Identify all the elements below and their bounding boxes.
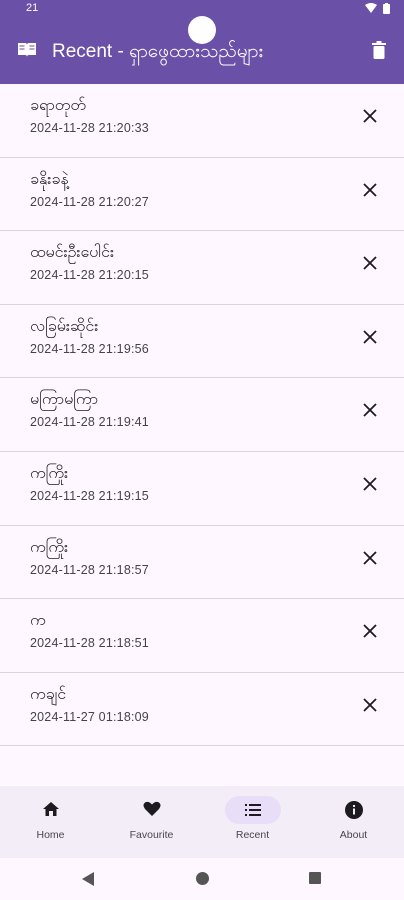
list-item[interactable]: က 2024-11-28 21:18:51 — [0, 599, 404, 673]
page-title: Recent - ရှာဖွေထားသည်များ — [52, 41, 264, 62]
close-icon[interactable] — [362, 255, 378, 271]
word-text: ခရာတုတ် — [30, 95, 86, 114]
word-text: ကကြိုး — [30, 536, 69, 556]
close-icon[interactable] — [362, 108, 378, 124]
timestamp: 2024-11-28 21:19:56 — [30, 341, 149, 356]
nav-item-favourite[interactable]: Favourite — [101, 786, 202, 858]
word-text: လခြမ်းဆိုင်း — [30, 315, 99, 335]
close-icon[interactable] — [362, 623, 378, 639]
trash-icon[interactable] — [372, 41, 386, 59]
book-icon[interactable] — [17, 42, 37, 58]
nav-label: About — [339, 829, 368, 841]
status-icons — [365, 3, 390, 14]
home-icon — [42, 802, 59, 816]
list-item[interactable]: ကချင် 2024-11-27 01:18:09 — [0, 672, 404, 747]
nav-item-about[interactable]: About — [303, 786, 404, 858]
timestamp: 2024-11-28 21:20:15 — [30, 268, 149, 283]
timestamp: 2024-11-28 21:20:27 — [30, 194, 149, 209]
list-icon — [244, 804, 261, 816]
home-circle-icon[interactable] — [196, 872, 209, 885]
list-item[interactable]: ခနိုးခနဲ့ 2024-11-28 21:20:27 — [0, 157, 404, 232]
timestamp: 2024-11-28 21:19:41 — [30, 415, 149, 430]
close-icon[interactable] — [362, 182, 378, 198]
word-text: ခနိုးခနဲ့ — [30, 168, 69, 188]
recents-square-icon[interactable] — [309, 872, 321, 884]
nav-item-home[interactable]: Home — [0, 786, 101, 858]
list-item[interactable]: ကကြိုး 2024-11-28 21:19:15 — [0, 451, 404, 526]
list-item[interactable]: လခြမ်းဆိုင်း 2024-11-28 21:19:56 — [0, 304, 404, 379]
status-time: 21 — [26, 2, 39, 14]
nav-item-recent[interactable]: Recent — [202, 786, 303, 858]
camera-cutout — [188, 16, 216, 44]
close-icon[interactable] — [362, 697, 378, 713]
list-item[interactable]: ကကြိုး 2024-11-28 21:18:57 — [0, 525, 404, 600]
heart-icon — [143, 801, 160, 816]
nav-label: Favourite — [129, 829, 174, 841]
timestamp: 2024-11-27 01:18:09 — [30, 709, 149, 724]
recent-list: ခရာတုတ် 2024-11-28 21:20:33 ခနိုးခနဲ့ 20… — [0, 84, 404, 747]
list-item[interactable]: မကြာမကြာ 2024-11-28 21:19:41 — [0, 378, 404, 452]
bottom-nav: Home Favourite Recent About — [0, 786, 404, 858]
timestamp: 2024-11-28 21:18:51 — [30, 636, 149, 651]
word-text: ကချင် — [30, 683, 67, 703]
system-nav-bar — [0, 858, 404, 900]
nav-label: Home — [36, 829, 65, 841]
list-item[interactable]: ခရာတုတ် 2024-11-28 21:20:33 — [0, 84, 404, 158]
battery-icon — [383, 3, 390, 14]
timestamp: 2024-11-28 21:20:33 — [30, 121, 149, 135]
word-text: ထမင်းဦးပေါင်း — [30, 242, 114, 262]
list-item[interactable]: ထမင်းဦးပေါင်း 2024-11-28 21:20:15 — [0, 231, 404, 305]
close-icon[interactable] — [362, 476, 378, 492]
info-icon — [344, 801, 363, 819]
timestamp: 2024-11-28 21:18:57 — [30, 562, 149, 577]
word-text: မကြာမကြာ — [30, 389, 99, 409]
close-icon[interactable] — [362, 550, 378, 566]
close-icon[interactable] — [362, 329, 378, 345]
back-icon[interactable] — [82, 872, 95, 886]
nav-label: Recent — [235, 829, 270, 841]
word-text: က — [30, 610, 46, 630]
word-text: ကကြိုး — [30, 462, 69, 482]
close-icon[interactable] — [362, 402, 378, 418]
wifi-icon — [365, 3, 377, 13]
timestamp: 2024-11-28 21:19:15 — [30, 488, 149, 503]
